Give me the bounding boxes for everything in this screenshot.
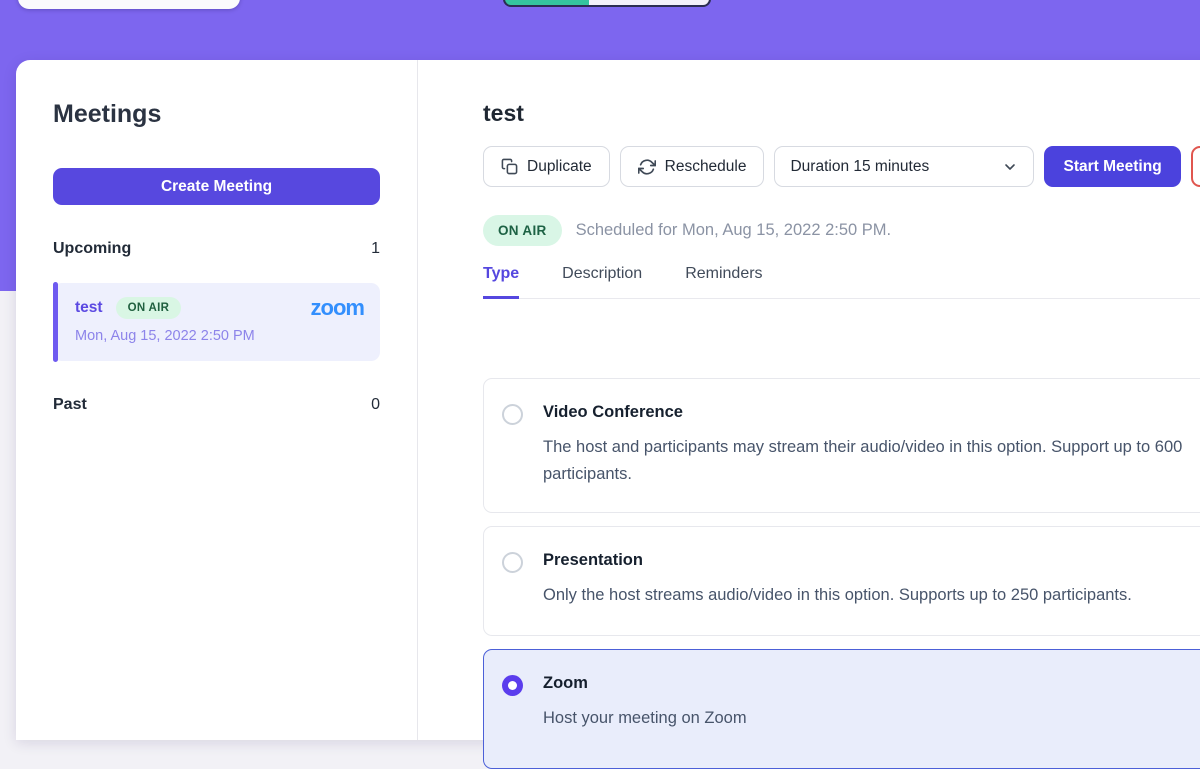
meetings-sidebar: Meetings Create Meeting Upcoming 1 test …	[16, 60, 418, 740]
on-air-badge: ON AIR	[116, 297, 182, 319]
tab-type[interactable]: Type	[483, 265, 519, 299]
duration-value: Duration 15 minutes	[790, 158, 929, 176]
progress-track	[589, 0, 709, 5]
meeting-datetime: Mon, Aug 15, 2022 2:50 PM	[75, 328, 364, 344]
radio-video-conference[interactable]	[502, 404, 523, 425]
delete-button-cutoff[interactable]	[1191, 146, 1200, 187]
tab-description[interactable]: Description	[562, 265, 642, 299]
duplicate-button[interactable]: Duplicate	[483, 146, 610, 187]
option-presentation[interactable]: Presentation Only the host streams audio…	[483, 526, 1200, 636]
upcoming-section-header: Upcoming 1	[53, 239, 380, 259]
duplicate-label: Duplicate	[527, 158, 592, 176]
tab-bar: Type Description Reminders	[483, 265, 1200, 299]
past-section-header: Past 0	[53, 395, 380, 415]
option-description-line1: The host and participants may stream the…	[543, 434, 1182, 461]
upcoming-label: Upcoming	[53, 240, 131, 258]
refresh-icon	[638, 158, 656, 176]
option-title: Video Conference	[543, 403, 1182, 422]
radio-zoom[interactable]	[502, 675, 523, 696]
option-description: The host and participants may stream the…	[543, 434, 1182, 488]
upcoming-count: 1	[371, 240, 380, 258]
reschedule-label: Reschedule	[665, 158, 747, 176]
meeting-list-item[interactable]: test ON AIR zoom Mon, Aug 15, 2022 2:50 …	[53, 283, 380, 361]
option-description: Only the host streams audio/video in thi…	[543, 582, 1132, 609]
selected-indicator-bar	[53, 282, 58, 362]
toolbar: Duplicate Reschedule Duration 15 minutes…	[483, 146, 1200, 187]
option-description-line2: participants.	[543, 461, 1182, 488]
meeting-name: test	[75, 299, 103, 317]
tab-reminders[interactable]: Reminders	[685, 265, 762, 299]
option-description-line1: Only the host streams audio/video in thi…	[543, 582, 1132, 609]
meeting-detail: test Duplicate Reschedule Duration 15 mi…	[418, 60, 1200, 740]
cutoff-top-pill	[18, 0, 240, 9]
meetings-panel: Meetings Create Meeting Upcoming 1 test …	[16, 60, 1200, 740]
progress-fill	[505, 0, 589, 5]
past-label: Past	[53, 396, 87, 414]
option-zoom[interactable]: Zoom Host your meeting on Zoom	[483, 649, 1200, 769]
radio-presentation[interactable]	[502, 552, 523, 573]
option-description-line1: Host your meeting on Zoom	[543, 705, 747, 732]
past-count: 0	[371, 396, 380, 414]
meeting-type-options: Video Conference The host and participan…	[483, 378, 1200, 769]
option-video-conference[interactable]: Video Conference The host and participan…	[483, 378, 1200, 513]
status-row: ON AIR Scheduled for Mon, Aug 15, 2022 2…	[483, 214, 1200, 247]
option-title: Zoom	[543, 674, 747, 693]
create-meeting-button[interactable]: Create Meeting	[53, 168, 380, 205]
option-description: Host your meeting on Zoom	[543, 705, 747, 732]
zoom-logo: zoom	[311, 298, 364, 318]
reschedule-button[interactable]: Reschedule	[620, 146, 765, 187]
duration-select[interactable]: Duration 15 minutes	[774, 146, 1034, 187]
page-title: test	[483, 100, 1200, 126]
copy-icon	[501, 158, 518, 175]
cutoff-progress-bar	[503, 0, 711, 7]
scheduled-text: Scheduled for Mon, Aug 15, 2022 2:50 PM.	[576, 221, 892, 240]
on-air-status-badge: ON AIR	[483, 215, 562, 246]
start-meeting-button[interactable]: Start Meeting	[1044, 146, 1180, 187]
sidebar-title: Meetings	[53, 100, 380, 128]
chevron-down-icon	[1002, 159, 1018, 175]
option-title: Presentation	[543, 551, 1132, 570]
